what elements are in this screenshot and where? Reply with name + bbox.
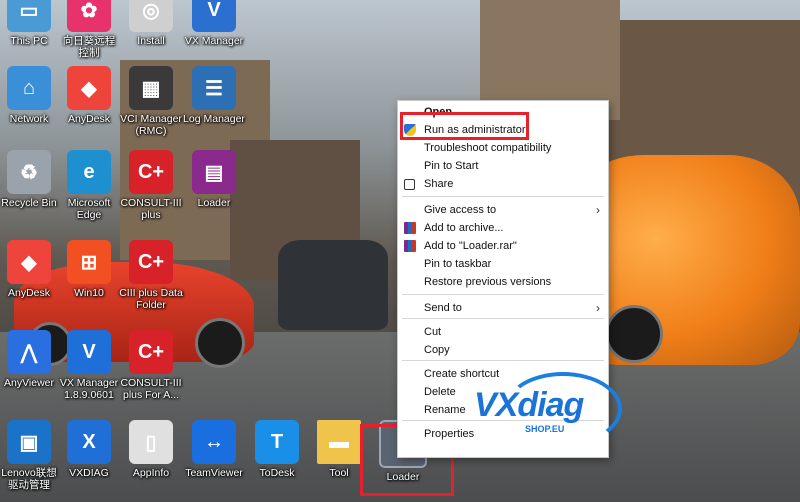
anydesk-icon: ◆ (7, 240, 51, 284)
menu-item-label: Copy (424, 344, 450, 356)
desktop-icon-label: Log Manager (183, 113, 245, 125)
chevron-right-icon: › (596, 301, 600, 315)
menu-item-add-to-archive[interactable]: Add to archive... (398, 219, 608, 237)
consult-icon: C+ (129, 150, 173, 194)
watermark-domain: SHOP.EU (522, 424, 568, 434)
todesk-icon: T (255, 420, 299, 464)
folder-icon: ▬ (317, 420, 361, 464)
disc-icon: ◎ (129, 0, 173, 32)
vci-icon: ▦ (129, 66, 173, 110)
menu-item-label: Add to archive... (424, 222, 504, 234)
desktop-icon-label: CONSULT-III plus For A... (120, 377, 182, 401)
desktop-icon-label: CIII plus Data Folder (119, 287, 183, 311)
menu-separator (402, 294, 604, 295)
menu-item-give-access-to[interactable]: Give access to › (398, 201, 608, 219)
sunflower-icon: ✿ (67, 0, 111, 32)
wheel (605, 305, 663, 363)
consult-icon: C+ (129, 330, 173, 374)
menu-separator (402, 196, 604, 197)
share-icon (404, 179, 415, 190)
wheel (195, 318, 245, 368)
menu-item-label: Rename (424, 404, 466, 416)
menu-item-label: Add to "Loader.rar" (424, 240, 517, 252)
recycle-bin-icon: ♻ (7, 150, 51, 194)
menu-separator (402, 318, 604, 319)
menu-item-label: Restore previous versions (424, 276, 552, 288)
desktop-icon-label: Loader (197, 197, 231, 209)
menu-item-cut[interactable]: Cut (398, 323, 608, 341)
computer-icon: ▭ (7, 0, 51, 32)
menu-item-copy[interactable]: Copy (398, 341, 608, 359)
menu-item-share[interactable]: Share (398, 175, 608, 193)
teamviewer-icon: ↔ (192, 420, 236, 464)
windows-icon: ⊞ (67, 240, 111, 284)
desktop-icon-8[interactable]: ☰ Log Manager (175, 66, 253, 125)
menu-item-label: Give access to (424, 204, 497, 216)
anydesk-icon: ◆ (67, 66, 111, 110)
network-icon: ⌂ (7, 66, 51, 110)
lenovo-icon: ▣ (7, 420, 51, 464)
anyviewer-icon: ⋀ (7, 330, 51, 374)
edge-icon: e (67, 150, 111, 194)
chevron-right-icon: › (596, 203, 600, 217)
menu-item-label: Send to (424, 302, 462, 314)
run-as-admin-highlight-box (400, 112, 529, 140)
menu-item-pin-to-start[interactable]: Pin to Start (398, 157, 608, 175)
desktop: ▭ This PC ✿ 向日葵远程 控制 ◎ Install V VX Manager ⌂ Net… (0, 0, 800, 502)
menu-item-pin-to-taskbar[interactable]: Pin to taskbar (398, 255, 608, 273)
menu-item-label: Pin to taskbar (424, 258, 492, 270)
menu-item-label: Cut (424, 326, 442, 338)
menu-item-troubleshoot-compatibility[interactable]: Troubleshoot compatibility (398, 139, 608, 157)
winrar-icon: ▤ (192, 150, 236, 194)
watermark-brand: VXdiag (474, 386, 584, 424)
menu-item-label: Troubleshoot compatibility (424, 142, 552, 154)
menu-item-restore-previous-versions[interactable]: Restore previous versions (398, 273, 608, 291)
dark-car (278, 240, 388, 330)
log-icon: ☰ (192, 66, 236, 110)
winrar-icon (404, 222, 416, 234)
vx-icon: V (67, 330, 111, 374)
desktop-icon-label: VX Manager (184, 35, 244, 47)
menu-separator (402, 360, 604, 361)
menu-item-label: Share (424, 178, 454, 190)
vxdiag-icon: X (67, 420, 111, 464)
desktop-icon-12[interactable]: ▤ Loader (175, 150, 253, 209)
menu-item-add-to-loader-rar[interactable]: Add to "Loader.rar" (398, 237, 608, 255)
vxdiag-watermark: VXdiag SHOP.EU (466, 372, 622, 446)
vx-icon: V (192, 0, 236, 32)
winrar-icon (404, 240, 416, 252)
consult-folder-icon: C+ (129, 240, 173, 284)
desktop-icon-15[interactable]: C+ CIII plus Data Folder (112, 240, 190, 311)
appinfo-icon: ▯ (129, 420, 173, 464)
desktop-icon-4[interactable]: V VX Manager (175, 0, 253, 47)
menu-item-send-to[interactable]: Send to › (398, 299, 608, 317)
menu-item-label: Delete (424, 386, 456, 398)
desktop-icon-18[interactable]: C+ CONSULT-III plus For A... (112, 330, 190, 401)
menu-item-label: Pin to Start (424, 160, 479, 172)
